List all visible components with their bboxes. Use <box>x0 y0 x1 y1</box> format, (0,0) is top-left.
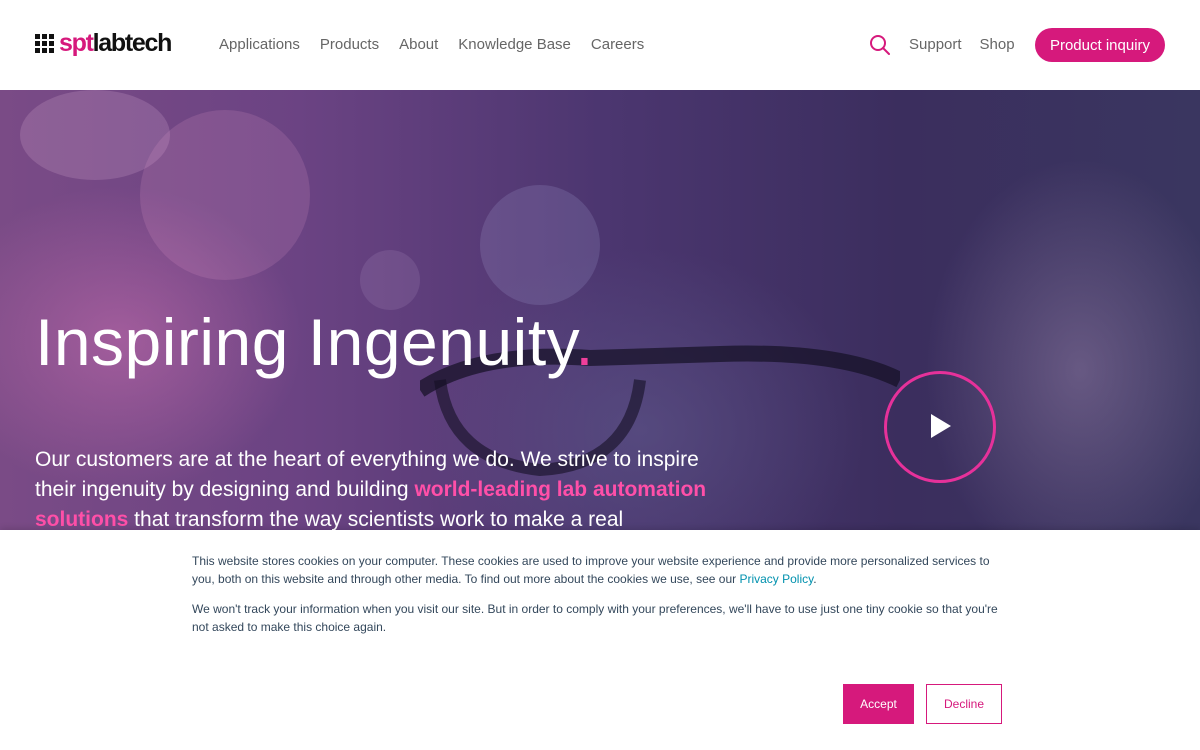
play-video-button[interactable] <box>884 371 996 483</box>
nav-applications[interactable]: Applications <box>219 36 300 54</box>
hero-title-dot: . <box>575 305 595 379</box>
nav-knowledge-base[interactable]: Knowledge Base <box>458 36 571 54</box>
privacy-policy-link[interactable]: Privacy Policy <box>739 572 813 586</box>
nav-support[interactable]: Support <box>909 36 962 54</box>
hero-body-tail: that transform the way scientists work t… <box>128 508 624 530</box>
cookie-text-main: This website stores cookies on your comp… <box>192 554 990 586</box>
accept-cookies-button[interactable]: Accept <box>843 684 914 724</box>
hero-section: Inspiring Ingenuity. Our customers are a… <box>0 90 1200 530</box>
product-inquiry-button[interactable]: Product inquiry <box>1035 28 1165 62</box>
bokeh-light <box>360 250 420 310</box>
cookie-tracking-text: We won't track your information when you… <box>192 602 998 634</box>
nav-careers[interactable]: Careers <box>591 36 644 54</box>
logo-wordmark: sptlabtech <box>59 29 173 57</box>
cookie-text-period: . <box>813 572 817 586</box>
sptlabtech-logo[interactable]: sptlabtech <box>35 29 173 57</box>
cookie-banner: This website stores cookies on your comp… <box>0 530 1200 750</box>
logo-grid-icon <box>35 33 54 53</box>
nav-shop[interactable]: Shop <box>980 36 1015 54</box>
logo-prefix: spt <box>59 29 94 57</box>
decline-cookies-button[interactable]: Decline <box>926 684 1002 724</box>
logo-suffix: labtech <box>92 29 173 57</box>
search-icon[interactable] <box>869 34 891 56</box>
cookie-notice-text: This website stores cookies on your comp… <box>192 552 1012 588</box>
utility-nav: Support Shop <box>909 36 1033 54</box>
main-nav: Applications Products About Knowledge Ba… <box>219 36 664 54</box>
bokeh-light <box>480 185 600 305</box>
bokeh-light <box>140 110 310 280</box>
play-icon <box>931 414 951 438</box>
hero-description: Our customers are at the heart of everyt… <box>35 445 715 530</box>
nav-products[interactable]: Products <box>320 36 379 54</box>
site-header: sptlabtech Applications Products About K… <box>0 0 1200 90</box>
hero-title-text: Inspiring Ingenuity <box>35 305 576 379</box>
hero-title: Inspiring Ingenuity. <box>35 303 594 381</box>
nav-about[interactable]: About <box>399 36 438 54</box>
